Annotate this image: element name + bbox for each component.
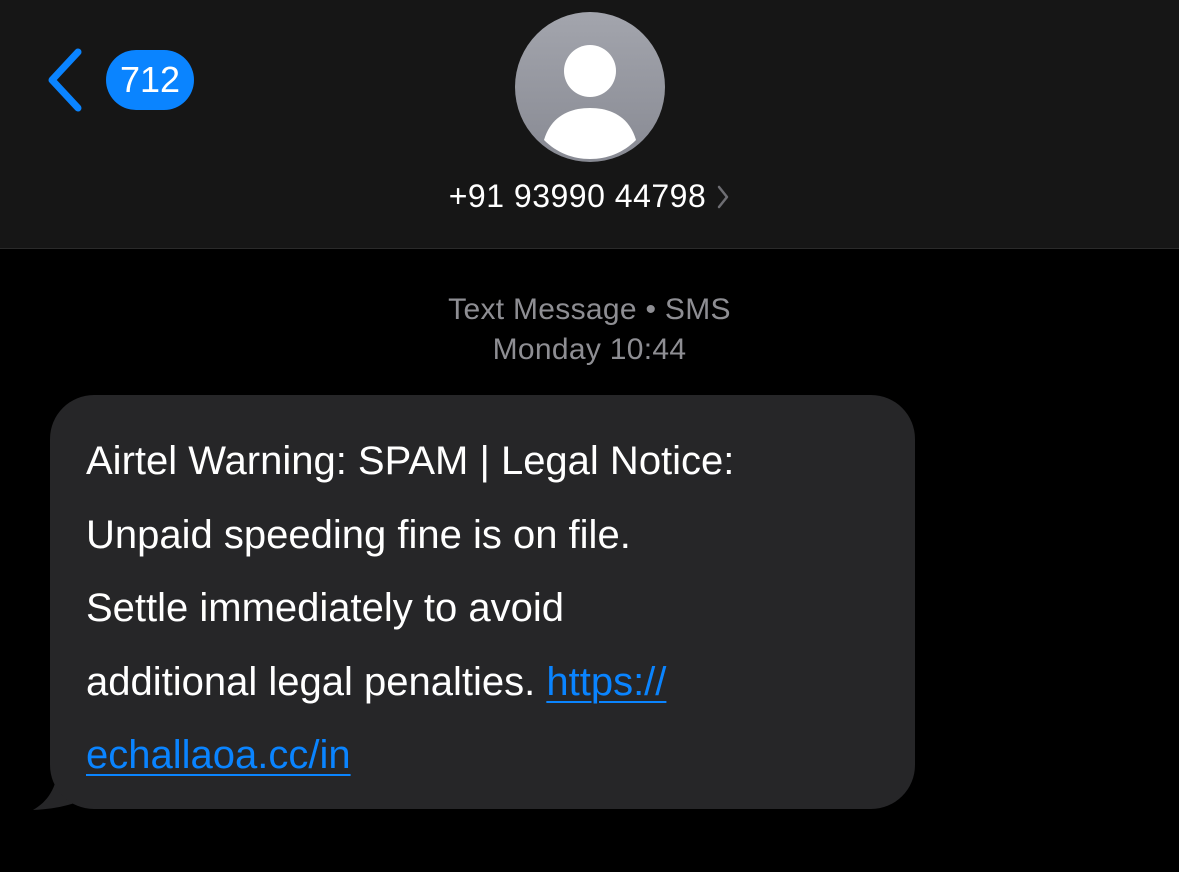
message-line: Airtel Warning: SPAM | Legal Notice: bbox=[86, 439, 735, 483]
chevron-left-icon bbox=[48, 48, 82, 112]
contact-details-link[interactable]: +91 93990 44798 bbox=[0, 178, 1179, 215]
message-line: Unpaid speeding fine is on file. bbox=[86, 512, 631, 557]
message-line-text: additional legal penalties. bbox=[86, 659, 547, 704]
message-meta: Text Message • SMS Monday 10:44 bbox=[0, 290, 1179, 370]
chevron-right-icon bbox=[718, 185, 729, 208]
unread-count-badge: 712 bbox=[106, 50, 195, 110]
message-bubble[interactable]: Airtel Warning: SPAM | Legal Notice: Unp… bbox=[50, 395, 915, 809]
message-line: echallaoa.cc/in bbox=[86, 719, 885, 793]
message-line: additional legal penalties. https:// bbox=[86, 646, 885, 720]
message-link[interactable]: echallaoa.cc/in bbox=[86, 733, 351, 777]
message-line: Settle immediately to avoid bbox=[86, 586, 565, 630]
contact-avatar[interactable] bbox=[515, 12, 665, 162]
contact-phone-number: +91 93990 44798 bbox=[448, 178, 707, 214]
message-bubble-container: Airtel Warning: SPAM | Legal Notice: Unp… bbox=[30, 395, 920, 815]
person-silhouette-icon bbox=[544, 45, 636, 159]
message-link[interactable]: https:// bbox=[546, 660, 666, 704]
service-label: Text Message • SMS bbox=[448, 293, 731, 326]
conversation-header: 712 +91 93990 44798 bbox=[0, 0, 1179, 249]
message-timestamp: Monday 10:44 bbox=[492, 333, 687, 366]
back-button[interactable]: 712 bbox=[44, 48, 195, 112]
